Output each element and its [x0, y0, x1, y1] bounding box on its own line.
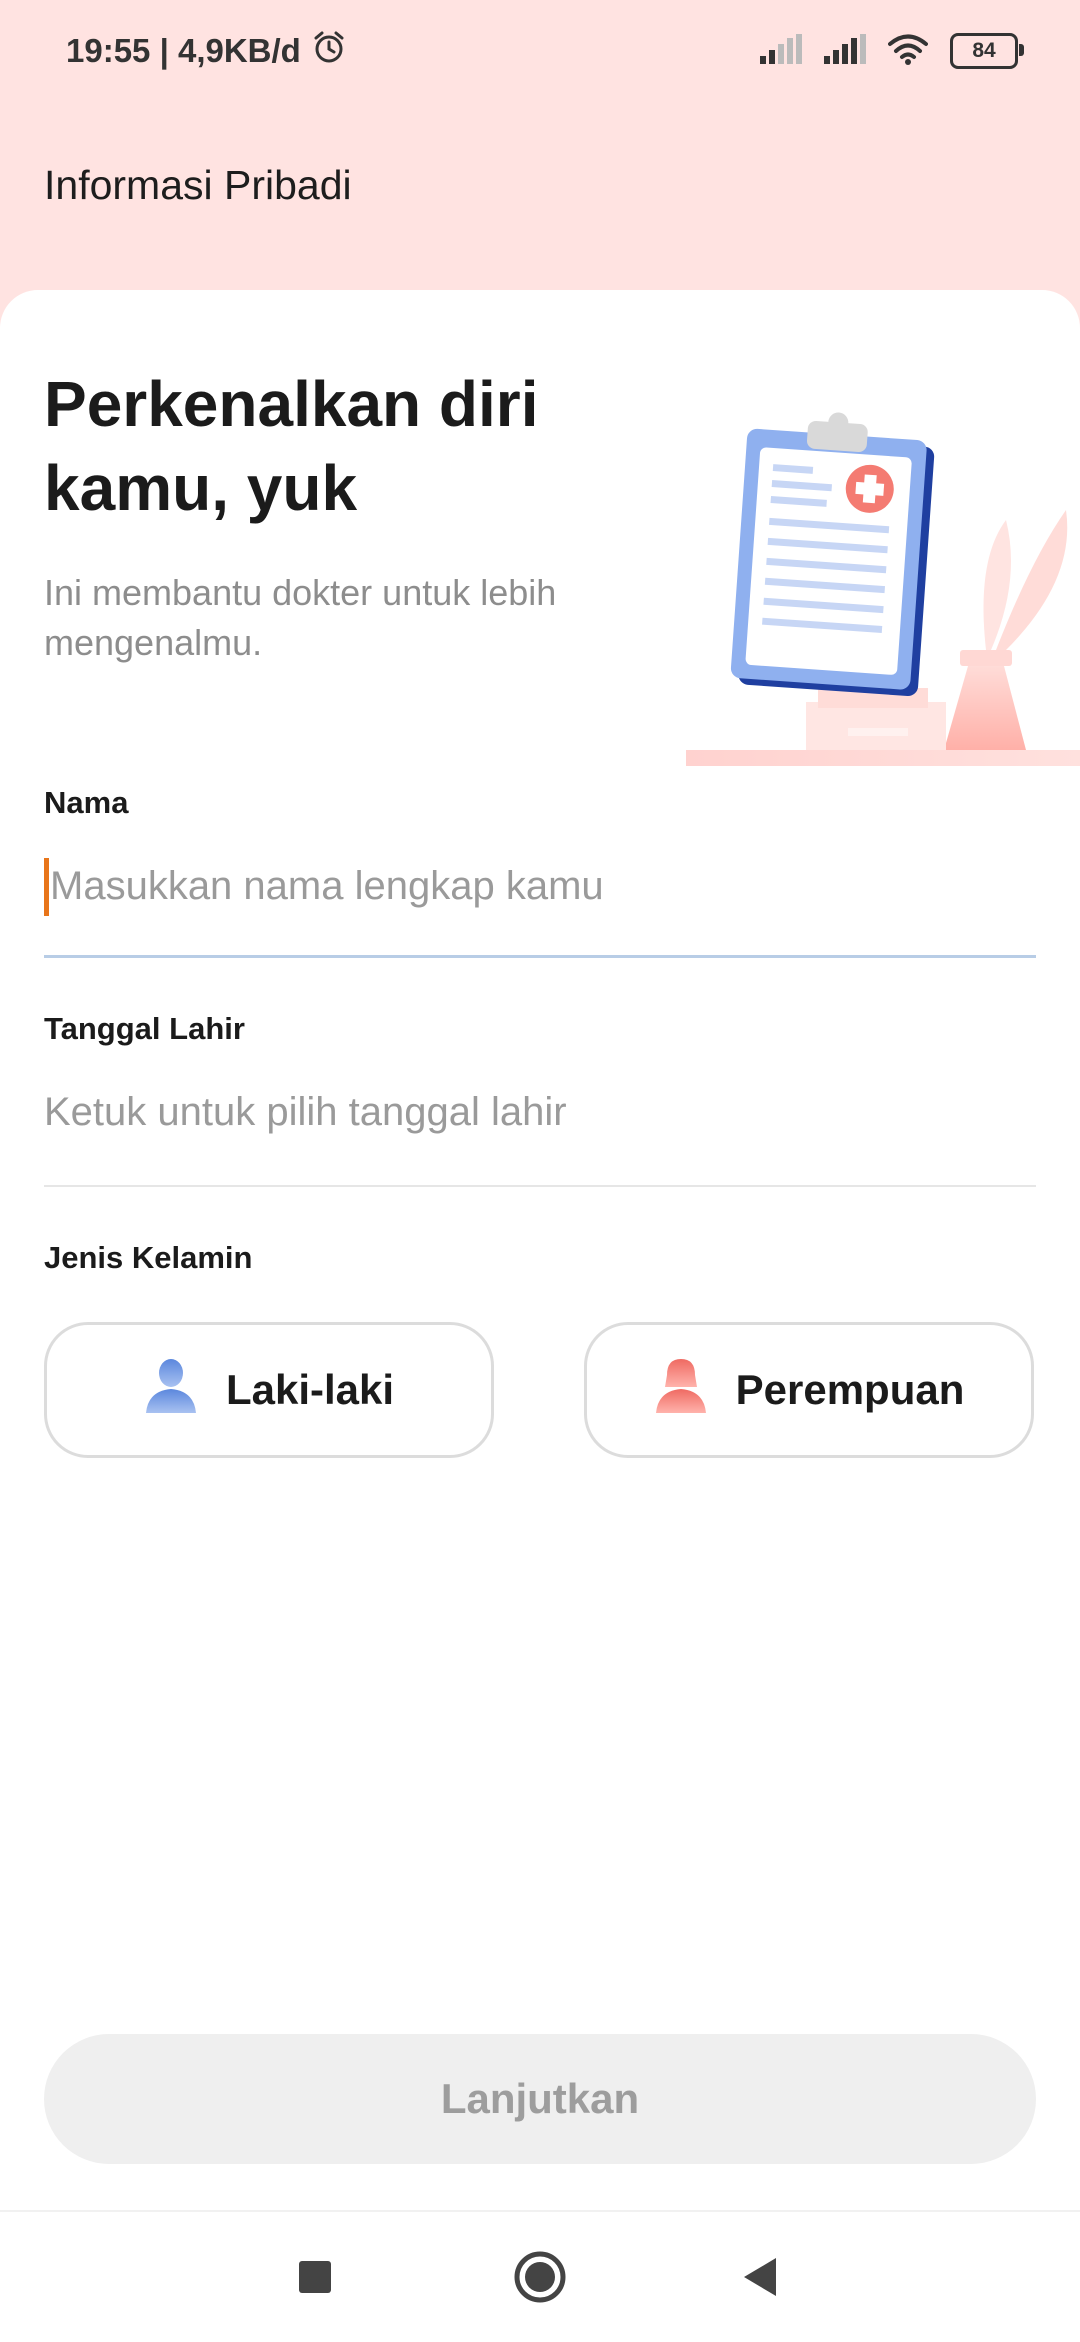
battery-level: 84	[972, 39, 996, 62]
gender-male-label: Laki-laki	[225, 1366, 395, 1413]
gender-female-label: Perempuan	[735, 1366, 965, 1413]
system-nav-bar	[0, 2210, 1080, 2342]
gender-female-button[interactable]: Perempuan	[584, 1322, 1034, 1458]
name-label: Nama	[44, 785, 129, 820]
status-left: 19:55 | 4,9KB/d	[66, 28, 347, 74]
back-triangle-icon[interactable]	[730, 2247, 790, 2307]
female-person-icon	[654, 1357, 708, 1423]
continue-button[interactable]: Lanjutkan	[44, 2034, 1036, 2164]
alarm-icon	[311, 29, 347, 73]
clipboard-illustration	[686, 410, 1080, 772]
gender-label: Jenis Kelamin	[44, 1240, 253, 1275]
status-right: 84	[760, 30, 1024, 72]
name-input[interactable]	[44, 846, 1036, 926]
home-circle-icon[interactable]	[510, 2247, 570, 2307]
page-title: Informasi Pribadi	[44, 162, 352, 208]
signal-icon	[760, 33, 802, 69]
birthdate-picker[interactable]: Ketuk untuk pilih tanggal lahir	[44, 1090, 567, 1135]
gender-male-button[interactable]: Laki-laki	[44, 1322, 494, 1458]
birthdate-label: Tanggal Lahir	[44, 1011, 245, 1046]
name-underline	[44, 955, 1036, 958]
male-person-icon	[144, 1357, 198, 1423]
signal-icon	[824, 33, 866, 69]
intro-subtext: Ini membantu dokter untuk lebih mengenal…	[44, 572, 557, 663]
recents-square-icon[interactable]	[285, 2247, 345, 2307]
wifi-icon	[888, 33, 928, 70]
status-time: 19:55 | 4,9KB/d	[66, 32, 301, 69]
intro-headline: Perkenalkan diri kamu, yuk	[44, 368, 539, 524]
status-bar: 19:55 | 4,9KB/d 84	[0, 0, 1080, 100]
birthdate-underline	[44, 1185, 1036, 1187]
battery-icon: 84	[950, 33, 1024, 69]
